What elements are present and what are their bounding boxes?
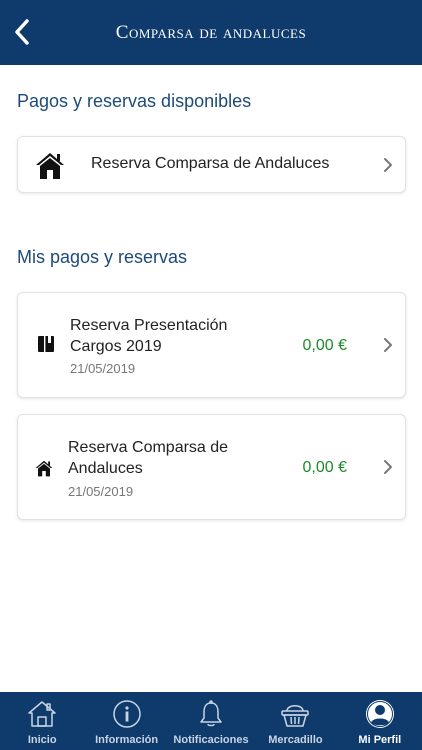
basket-icon — [280, 699, 310, 729]
payment-date: 21/05/2019 — [70, 361, 136, 376]
available-item-label: Reserva Comparsa de Andaluces — [91, 155, 330, 172]
tab-informacion[interactable]: Información — [84, 692, 168, 750]
payment-card[interactable]: Reserva Presentación Cargos 2019 21/05/2… — [17, 292, 406, 398]
available-section-title: Pagos y reservas disponibles — [17, 91, 252, 111]
chevron-right-icon — [381, 458, 395, 476]
chevron-right-icon — [381, 156, 395, 174]
tab-notificaciones[interactable]: Notificaciones — [169, 692, 253, 750]
payment-amount: 0,00 € — [302, 459, 347, 476]
chevron-right-icon — [381, 336, 395, 354]
tab-inicio[interactable]: Inicio — [0, 692, 84, 750]
app-header: Comparsa de andaluces — [0, 0, 422, 65]
house-icon — [34, 149, 66, 181]
payment-title: Reserva Presentación Cargos 2019 — [70, 317, 228, 355]
tab-mercadillo[interactable]: Mercadillo — [253, 692, 337, 750]
home-icon — [27, 699, 57, 729]
available-reservation-card[interactable]: Reserva Comparsa de Andaluces — [17, 136, 406, 193]
tab-mi-perfil[interactable]: Mi Perfil — [338, 692, 422, 750]
book-icon — [36, 334, 56, 354]
back-button[interactable] — [8, 14, 36, 50]
page-title: Comparsa de andaluces — [115, 21, 307, 43]
my-payments-section-title: Mis pagos y reservas — [17, 247, 188, 267]
bell-icon — [196, 699, 226, 729]
user-icon — [365, 699, 395, 729]
bottom-tab-bar: Inicio Información Notificaciones Mercad… — [0, 692, 422, 750]
chevron-left-icon — [15, 19, 29, 45]
payment-amount: 0,00 € — [302, 337, 347, 354]
info-icon — [112, 699, 142, 729]
house-icon — [34, 458, 54, 478]
payment-title: Reserva Comparsa de Andaluces — [68, 439, 229, 477]
payment-date: 21/05/2019 — [68, 484, 134, 499]
payment-card[interactable]: Reserva Comparsa de Andaluces 21/05/2019… — [17, 414, 406, 520]
